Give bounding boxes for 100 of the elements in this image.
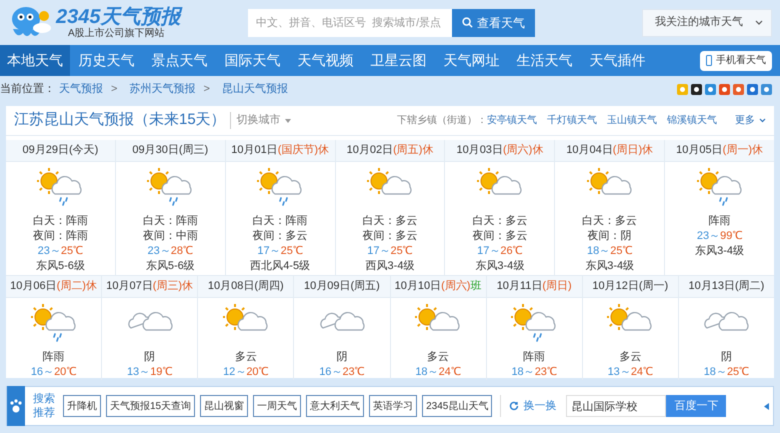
forecast-date: 10月04日 bbox=[566, 143, 613, 158]
nav-tab[interactable]: 天气视频 bbox=[289, 45, 362, 76]
forecast-weekday: (周五) bbox=[393, 143, 422, 158]
low-temperature: 16～ bbox=[30, 366, 54, 378]
forecast-weekday: (周日) bbox=[612, 143, 642, 158]
caret-icon bbox=[755, 20, 763, 25]
sun-cloud-rain-icon bbox=[30, 304, 77, 344]
forecast-weekday: (周三) bbox=[178, 143, 208, 158]
collapse-arrow-icon[interactable] bbox=[764, 402, 769, 410]
share-icon[interactable] bbox=[691, 84, 702, 94]
town-link[interactable]: 锦溪镇天气 bbox=[667, 113, 717, 128]
nav-tab[interactable]: 历史天气 bbox=[70, 45, 143, 76]
forecast-weekday: (周一) bbox=[722, 143, 752, 158]
suggestion-tag[interactable]: 昆山视窗 bbox=[200, 395, 248, 417]
holiday-tag: 休 bbox=[752, 142, 763, 159]
breadcrumb-link[interactable]: 昆山天气预报 bbox=[222, 80, 288, 98]
high-temperature: 25℃ bbox=[726, 366, 750, 378]
forecast-date: 10月01日 bbox=[231, 143, 278, 158]
holiday-tag: 休 bbox=[532, 142, 544, 159]
forecast-weekday: (今天) bbox=[69, 143, 98, 158]
forecast-weekday: (国庆节) bbox=[278, 142, 318, 158]
low-temperature: 18～ bbox=[704, 366, 727, 378]
forecast-weekday: (周五) bbox=[350, 279, 380, 294]
high-temperature: 19℃ bbox=[150, 366, 172, 378]
forecast-date: 10月06日 bbox=[10, 279, 57, 294]
night-weather: 夜间：多云 bbox=[472, 229, 528, 244]
more-button[interactable]: 更多 bbox=[735, 113, 766, 128]
town-link[interactable]: 安亭镇天气 bbox=[487, 113, 537, 128]
search-field[interactable]: 中文、拼音、电话区号 搜索城市/景点 bbox=[248, 8, 452, 36]
town-link[interactable]: 玉山镇天气 bbox=[607, 113, 657, 128]
forecast-date: 10月02日 bbox=[346, 143, 394, 158]
forecast-date: 09月30日 bbox=[132, 143, 179, 158]
favorite-cities-dropdown[interactable]: 我关注的城市天气 bbox=[642, 8, 772, 36]
suggestion-tag[interactable]: 意大利天气 bbox=[306, 395, 364, 417]
low-temperature: 13～ bbox=[126, 366, 150, 378]
high-temperature: 99℃ bbox=[720, 230, 742, 242]
search-icon bbox=[462, 17, 473, 28]
nav-tab[interactable]: 天气网址 bbox=[435, 45, 508, 76]
high-temperature: 23℃ bbox=[534, 366, 557, 378]
low-temperature: 17～ bbox=[257, 245, 281, 257]
forecast-weekday: (周二) bbox=[56, 279, 86, 294]
brand-tagline: A股上市公司旗下网站 bbox=[68, 28, 165, 38]
low-temperature: 17～ bbox=[477, 245, 500, 257]
baidu-search-button[interactable]: 百度一下 bbox=[666, 395, 726, 417]
search-field[interactable]: 昆山国际学校 bbox=[566, 395, 666, 417]
switch-city-button[interactable]: 切换城市 bbox=[230, 112, 291, 129]
holiday-tag: 班 bbox=[470, 278, 482, 295]
high-temperature: 25℃ bbox=[610, 245, 632, 257]
suggestion-tag[interactable]: 2345昆山天气 bbox=[422, 395, 492, 417]
refresh-button[interactable]: 换一换 bbox=[509, 398, 556, 414]
day-weather: 白天：阵雨 bbox=[142, 214, 198, 229]
forecast-date: 10月13日 bbox=[688, 279, 736, 294]
day-weather: 白天：多云 bbox=[472, 214, 528, 229]
nav-tab[interactable]: 天气插件 bbox=[581, 45, 654, 76]
high-temperature: 24℃ bbox=[630, 366, 654, 378]
high-temperature: 23℃ bbox=[342, 366, 365, 378]
breadcrumb-link[interactable]: 天气预报 bbox=[59, 80, 103, 98]
high-temperature: 25℃ bbox=[60, 245, 84, 257]
forecast-date: 10月07日 bbox=[106, 279, 153, 294]
wind-text: 东风5-6级 bbox=[36, 259, 85, 274]
holiday-tag: 休 bbox=[422, 142, 434, 159]
forecast-date: 10月03日 bbox=[456, 143, 503, 158]
suggestion-tag[interactable]: 天气预报15天查询 bbox=[106, 395, 196, 417]
forecast-date: 10月11日 bbox=[496, 279, 542, 294]
breadcrumb-link[interactable]: 苏州天气预报 bbox=[129, 80, 196, 98]
town-link[interactable]: 千灯镇天气 bbox=[547, 113, 597, 128]
suggestion-tag[interactable]: 一周天气 bbox=[253, 395, 302, 417]
weather-text: 阵雨 bbox=[523, 350, 546, 365]
nav-tab[interactable]: 生活天气 bbox=[508, 45, 581, 76]
night-weather: 夜间：中雨 bbox=[142, 229, 198, 244]
wind-text: 西北风4-5级 bbox=[250, 259, 310, 274]
sun-cloud-rain-icon bbox=[257, 168, 304, 208]
forecast-date: 10月08日 bbox=[208, 279, 254, 294]
breadcrumb-separator: > bbox=[111, 82, 118, 97]
forecast-title: 江苏昆山天气预报（未来15天） bbox=[14, 110, 226, 130]
sun-cloud-rain-icon bbox=[511, 304, 558, 344]
weather-text: 阴 bbox=[144, 350, 156, 365]
forecast-date: 10月09日 bbox=[304, 279, 351, 294]
phone-icon bbox=[706, 55, 712, 66]
wind-text: 东风3-4级 bbox=[585, 259, 634, 274]
wind-text: 东风5-6级 bbox=[146, 259, 195, 274]
low-temperature: 17～ bbox=[367, 245, 390, 257]
forecast-weekday: (周二) bbox=[735, 279, 764, 294]
towns-label: 下辖乡镇（街道）： bbox=[397, 114, 487, 128]
search-button[interactable]: 查看天气 bbox=[452, 8, 535, 36]
nav-tab[interactable]: 卫星云图 bbox=[362, 45, 435, 76]
low-temperature: 23～ bbox=[148, 245, 171, 257]
nav-tab[interactable]: 国际天气 bbox=[216, 45, 289, 76]
brand-name[interactable]: 2345天气预报 bbox=[56, 6, 180, 26]
nav-tab[interactable]: 本地天气 bbox=[0, 45, 70, 76]
night-weather: 夜间：多云 bbox=[362, 229, 418, 244]
sun-cloud-rain-icon bbox=[696, 168, 743, 208]
suggestion-tag[interactable]: 升降机 bbox=[63, 395, 101, 417]
wind-text: 东风3-4级 bbox=[695, 244, 744, 259]
suggestion-tag[interactable]: 英语学习 bbox=[369, 395, 418, 417]
weather-text: 阴 bbox=[336, 350, 348, 365]
nav-tab[interactable]: 景点天气 bbox=[143, 45, 216, 76]
wind-text: 东风3-4级 bbox=[475, 259, 524, 274]
low-temperature: 16～ bbox=[319, 366, 342, 378]
mobile-weather-button[interactable]: 手机看天气 bbox=[700, 50, 772, 70]
